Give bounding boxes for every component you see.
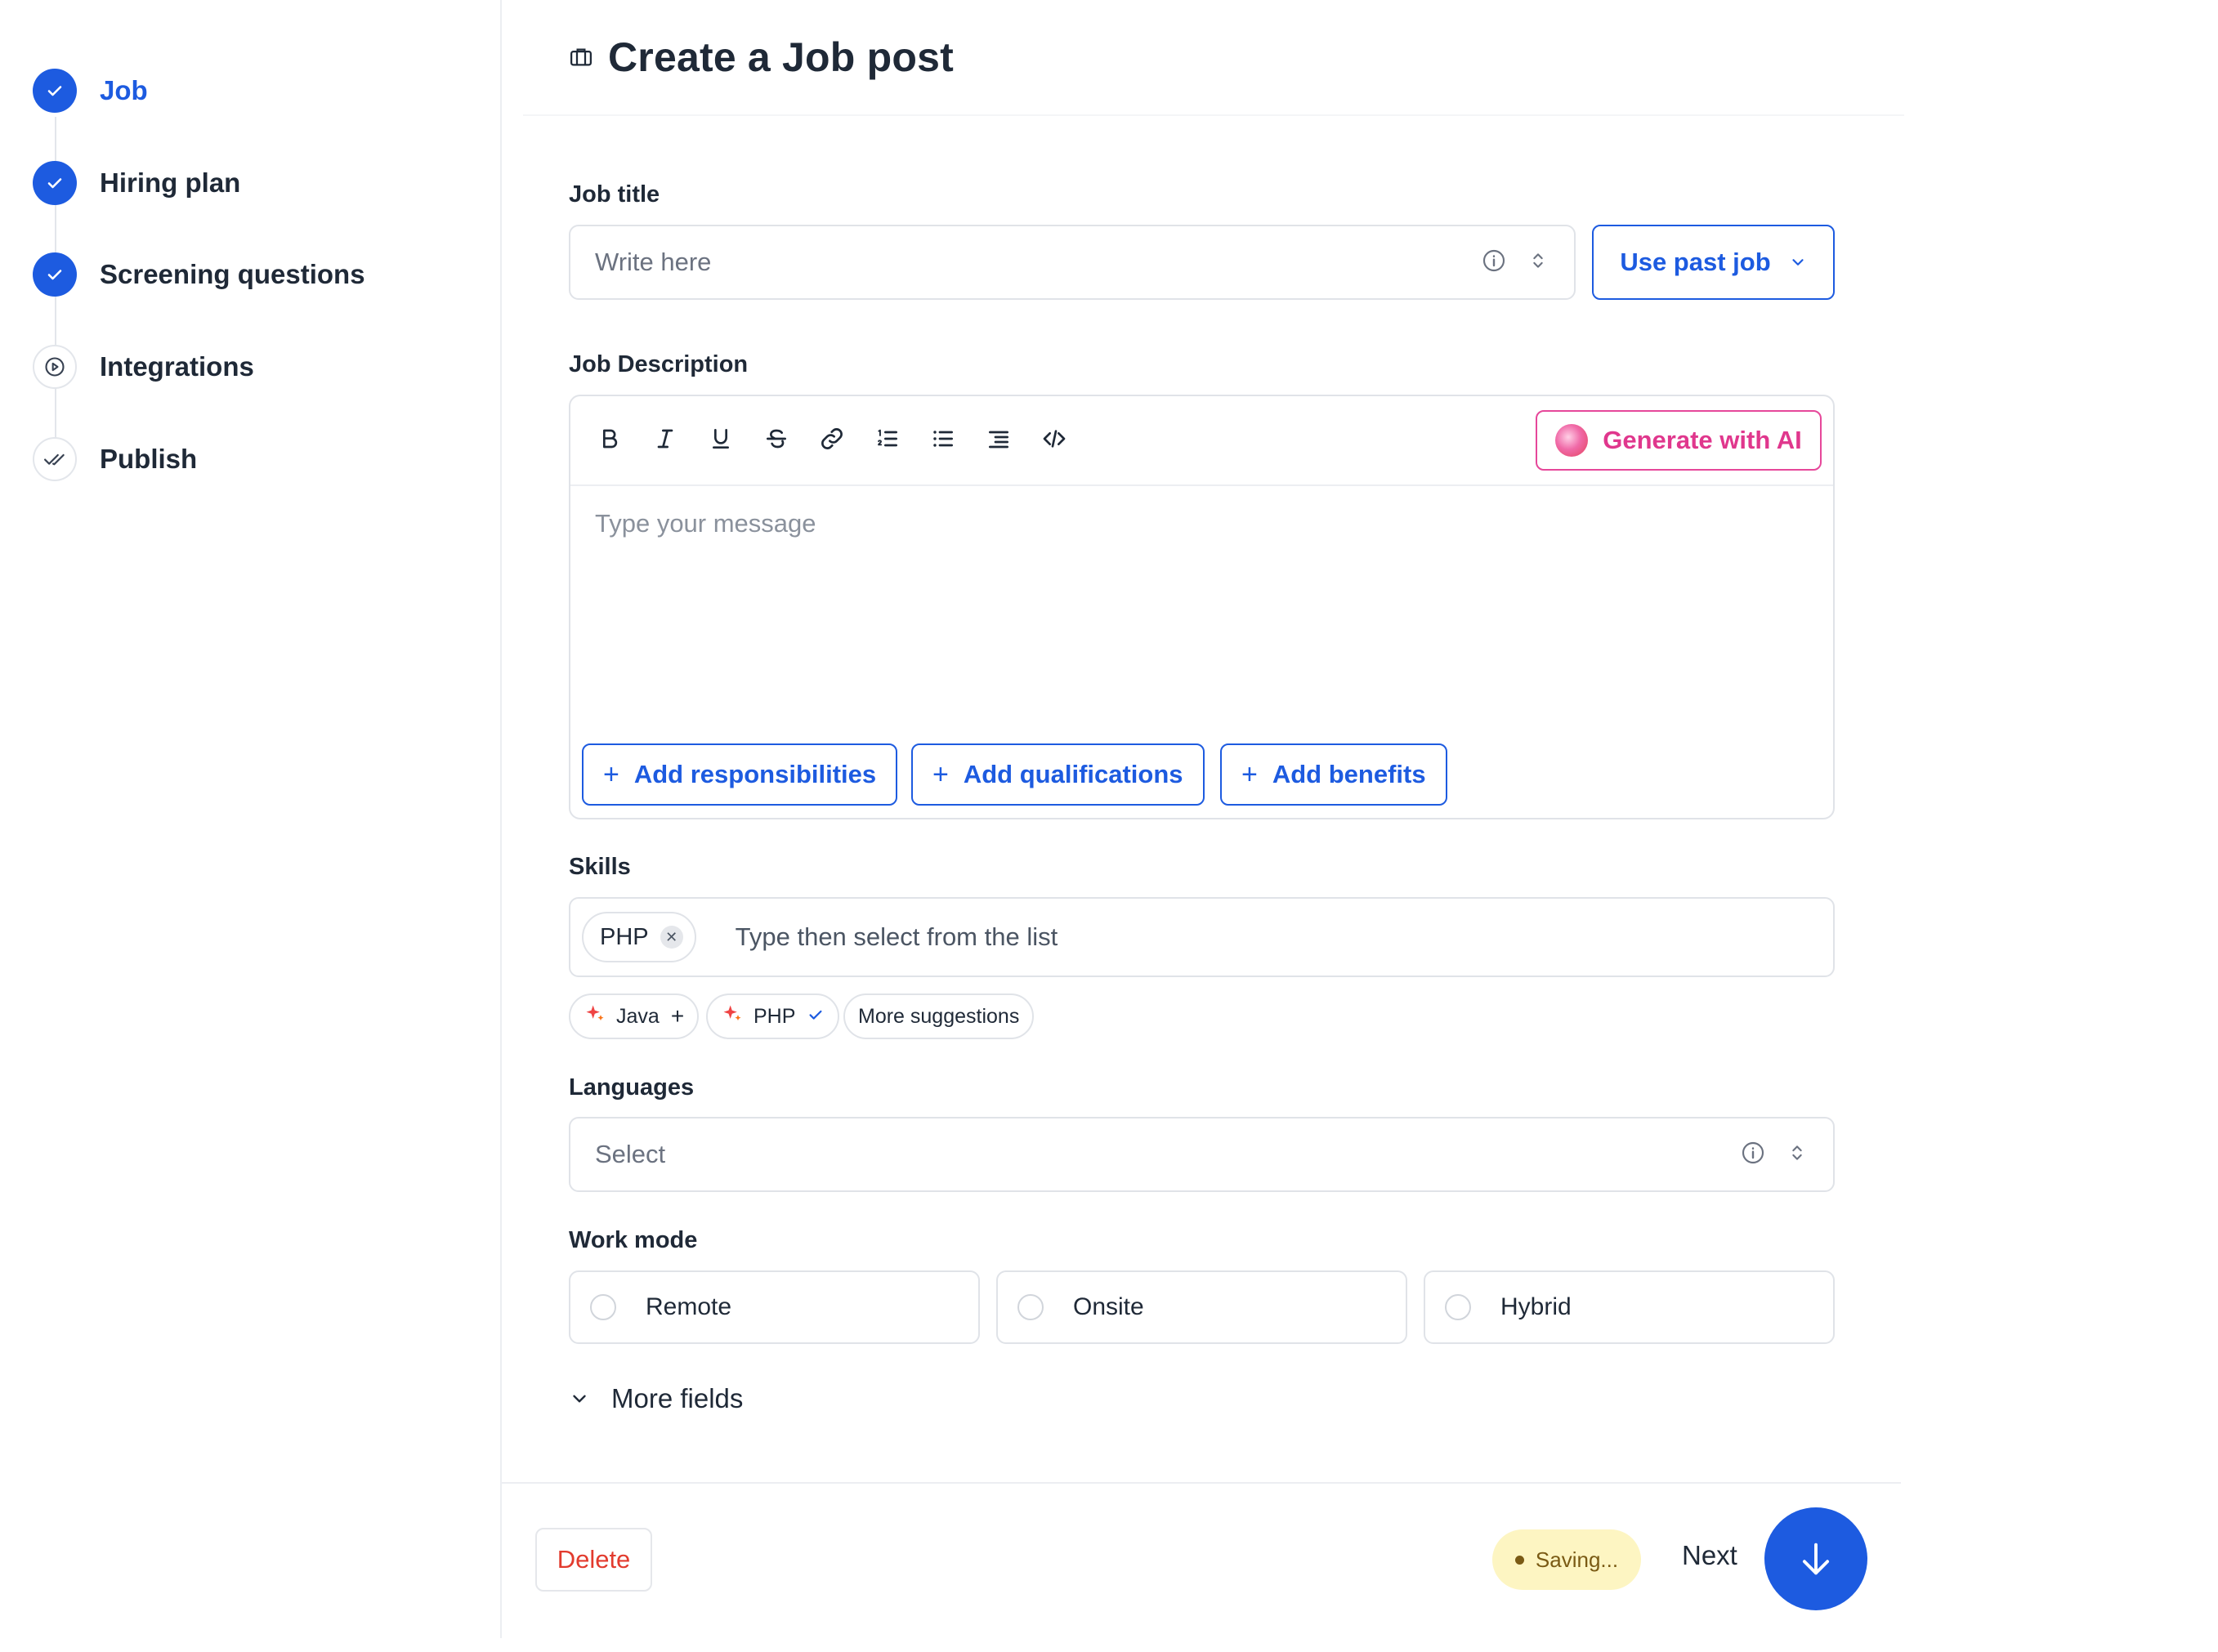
bold-icon[interactable]	[592, 421, 628, 457]
add-responsibilities-label: Add responsibilities	[633, 760, 877, 788]
check-icon	[33, 161, 77, 205]
chevron-up-down-icon[interactable]	[1527, 249, 1549, 276]
description-placeholder: Type your message	[595, 509, 816, 538]
info-icon	[1481, 248, 1507, 278]
work-mode-option-label: Hybrid	[1500, 1293, 1572, 1320]
job-description-editor[interactable]: Generate with AI Type your message + Add…	[569, 395, 1835, 819]
suggestion-label: PHP	[753, 1004, 796, 1028]
job-title-placeholder: Write here	[595, 248, 712, 276]
check-icon	[33, 252, 77, 297]
footer-divider	[502, 1482, 1901, 1484]
job-title-label: Job title	[569, 181, 660, 208]
next-button[interactable]	[1764, 1507, 1867, 1610]
work-mode-label: Work mode	[569, 1227, 698, 1253]
step-hiring-plan[interactable]: Hiring plan	[33, 160, 240, 206]
saving-label: Saving...	[1535, 1547, 1619, 1572]
step-label: Integrations	[100, 351, 254, 382]
check-icon	[33, 69, 77, 113]
check-icon	[807, 1003, 825, 1029]
generate-with-ai-button[interactable]: Generate with AI	[1536, 410, 1822, 471]
skill-tag: PHP ✕	[582, 912, 696, 962]
next-label: Next	[1682, 1540, 1737, 1570]
skill-tag-label: PHP	[600, 923, 649, 950]
delete-label: Delete	[557, 1545, 631, 1574]
work-mode-option-label: Remote	[646, 1293, 732, 1320]
page-header: Create a Job post	[569, 33, 954, 82]
add-benefits-label: Add benefits	[1272, 760, 1426, 788]
work-mode-option-label: Onsite	[1073, 1293, 1144, 1320]
ordered-list-icon[interactable]	[870, 421, 906, 457]
info-icon	[1740, 1140, 1766, 1170]
skills-label: Skills	[569, 854, 631, 880]
languages-placeholder: Select	[595, 1140, 666, 1168]
work-mode-option-hybrid[interactable]: Hybrid	[1424, 1270, 1835, 1344]
use-past-job-button[interactable]: Use past job	[1592, 225, 1835, 300]
status-dot-icon	[1514, 1555, 1524, 1565]
step-label: Publish	[100, 444, 198, 474]
briefcase-icon	[569, 45, 593, 69]
bullet-list-icon[interactable]	[925, 421, 961, 457]
skills-placeholder: Type then select from the list	[735, 922, 1058, 951]
code-icon[interactable]	[1036, 421, 1072, 457]
work-mode-option-remote[interactable]: Remote	[569, 1270, 980, 1344]
step-job[interactable]: Job	[33, 68, 148, 114]
sparkle-icon	[721, 1002, 744, 1031]
add-qualifications-label: Add qualifications	[963, 760, 1183, 788]
radio-button[interactable]	[1017, 1294, 1044, 1320]
ai-orb-icon	[1555, 424, 1589, 457]
double-check-icon	[33, 437, 77, 481]
link-icon[interactable]	[814, 421, 850, 457]
radio-button[interactable]	[1445, 1294, 1471, 1320]
indent-icon[interactable]	[981, 421, 1017, 457]
italic-icon[interactable]	[647, 421, 683, 457]
chevron-down-icon	[1789, 253, 1807, 271]
more-fields-label: More fields	[611, 1383, 744, 1413]
add-responsibilities-button[interactable]: + Add responsibilities	[582, 743, 898, 806]
more-suggestions-label: More suggestions	[858, 1004, 1020, 1028]
step-screening-questions[interactable]: Screening questions	[33, 252, 365, 297]
step-label: Screening questions	[100, 259, 365, 289]
languages-label: Languages	[569, 1074, 695, 1101]
radio-button[interactable]	[590, 1294, 616, 1320]
arrow-down-icon	[1795, 1538, 1837, 1580]
delete-button[interactable]: Delete	[535, 1528, 652, 1592]
plus-icon: +	[1241, 759, 1258, 790]
remove-tag-icon[interactable]: ✕	[660, 926, 683, 949]
editor-toolbar: Generate with AI	[570, 396, 1833, 486]
more-fields-toggle[interactable]: More fields	[569, 1377, 743, 1420]
skill-suggestion-java[interactable]: Java +	[569, 993, 700, 1039]
play-circle-icon	[33, 345, 77, 389]
step-label: Job	[100, 75, 148, 105]
strikethrough-icon[interactable]	[758, 421, 794, 457]
stepper-sidebar: Job Hiring plan Screening questions Inte…	[0, 0, 502, 1638]
languages-select[interactable]: Select	[569, 1117, 1835, 1192]
step-label: Hiring plan	[100, 167, 241, 198]
job-description-label: Job Description	[569, 351, 749, 377]
skills-input[interactable]: PHP ✕ Type then select from the list	[569, 897, 1835, 977]
step-integrations[interactable]: Integrations	[33, 344, 254, 390]
sparkle-icon	[584, 1002, 606, 1031]
saving-status-badge: Saving...	[1492, 1529, 1641, 1590]
add-icon: +	[670, 1003, 685, 1029]
use-past-job-label: Use past job	[1620, 248, 1771, 276]
chevron-up-down-icon[interactable]	[1786, 1141, 1809, 1168]
suggestion-label: Java	[616, 1004, 660, 1028]
header-divider	[523, 114, 1904, 116]
chevron-down-icon	[569, 1388, 590, 1409]
plus-icon: +	[932, 759, 949, 790]
plus-icon: +	[603, 759, 619, 790]
step-publish[interactable]: Publish	[33, 436, 197, 482]
add-qualifications-button[interactable]: + Add qualifications	[911, 743, 1205, 806]
job-title-input[interactable]: Write here	[569, 225, 1576, 300]
more-suggestions-button[interactable]: More suggestions	[843, 993, 1035, 1039]
underline-icon[interactable]	[703, 421, 739, 457]
add-benefits-button[interactable]: + Add benefits	[1220, 743, 1447, 806]
skill-suggestion-php[interactable]: PHP	[706, 993, 840, 1039]
generate-with-ai-label: Generate with AI	[1603, 426, 1802, 454]
work-mode-option-onsite[interactable]: Onsite	[996, 1270, 1407, 1344]
page-title: Create a Job post	[608, 34, 954, 80]
